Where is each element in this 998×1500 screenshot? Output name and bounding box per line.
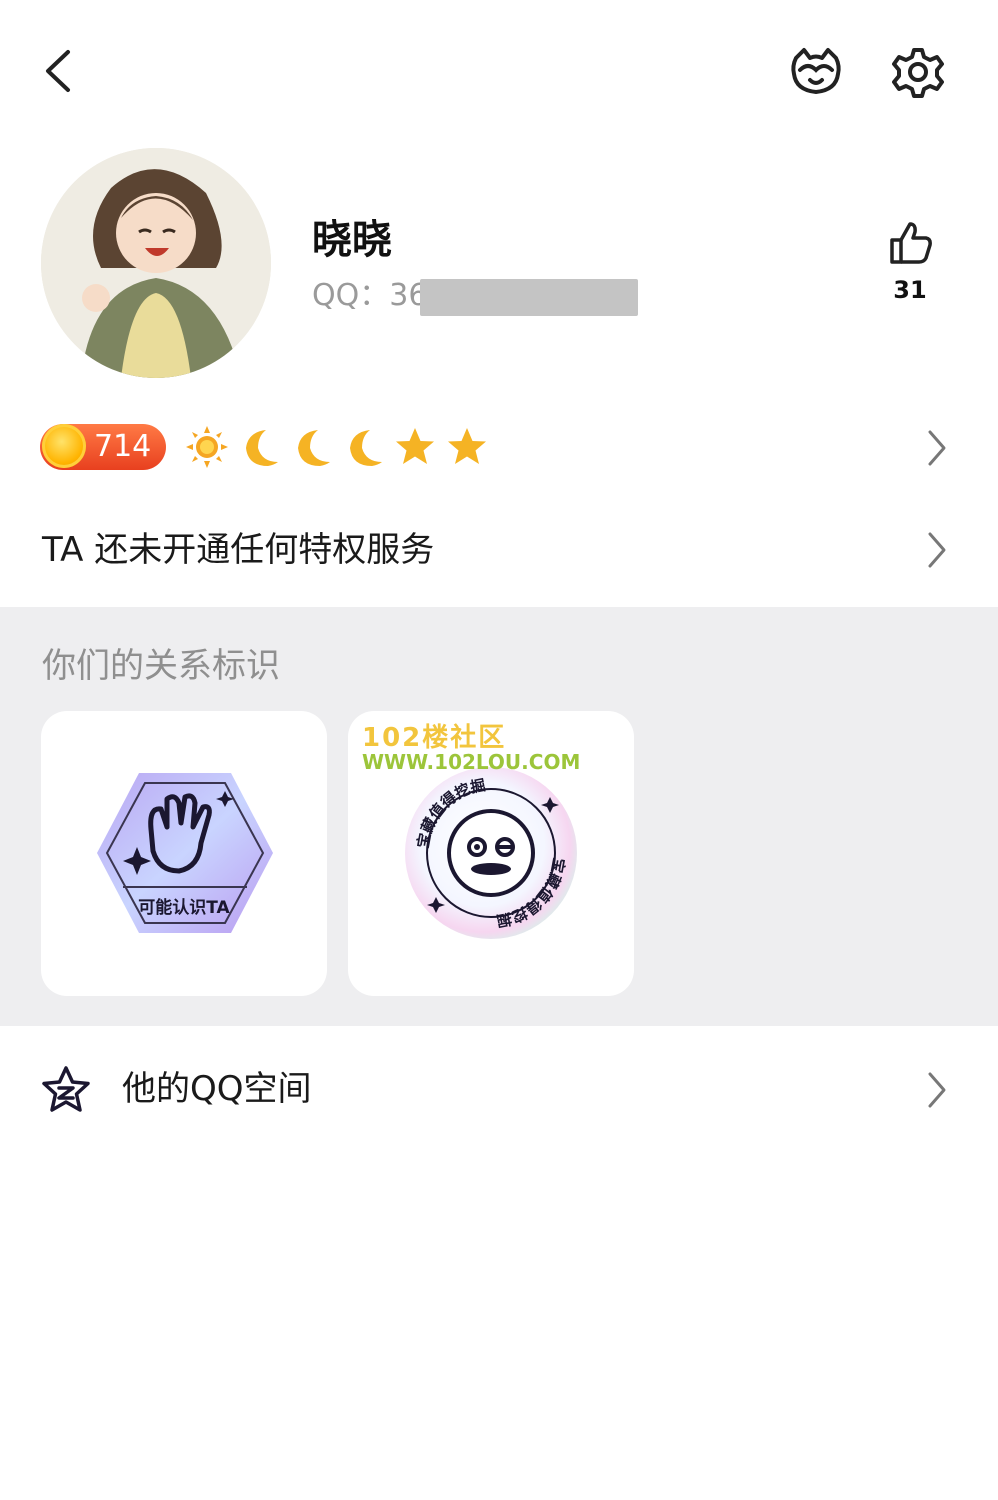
qq-number-mask xyxy=(420,279,638,316)
cat-face-icon xyxy=(791,48,841,94)
star-icon xyxy=(448,428,486,464)
chevron-right-icon xyxy=(928,532,946,568)
sun-icon xyxy=(186,426,228,468)
pet-button[interactable] xyxy=(788,44,844,98)
like-count: 31 xyxy=(893,276,927,304)
thumbs-up-icon xyxy=(890,222,932,264)
qzone-row-arrow[interactable] xyxy=(924,1070,948,1114)
level-coin-icon xyxy=(42,424,86,468)
star-icon xyxy=(396,428,434,464)
moon-icon xyxy=(298,430,330,466)
avatar[interactable] xyxy=(41,148,271,378)
moon-icon xyxy=(246,430,278,466)
chevron-right-icon xyxy=(928,1072,946,1108)
privilege-text[interactable]: TA 还未开通任何特权服务 xyxy=(42,528,434,572)
back-button[interactable] xyxy=(38,44,82,98)
watermark-url: WWW.102LOU.COM xyxy=(362,750,581,774)
qq-number: QQ：36 xyxy=(312,278,428,313)
privilege-row-arrow[interactable] xyxy=(924,530,948,574)
qzone-label: 他的QQ空间 xyxy=(122,1069,312,1109)
profile-name: 晓晓 xyxy=(312,217,392,263)
settings-button[interactable] xyxy=(890,44,946,100)
level-value: 714 xyxy=(94,429,152,464)
chevron-right-icon xyxy=(928,430,946,466)
moon-icon xyxy=(350,430,382,466)
qzone-star-icon xyxy=(40,1064,92,1116)
svg-text:可能认识TA: 可能认识TA xyxy=(138,897,230,918)
level-row-arrow[interactable] xyxy=(924,428,948,472)
relation-card-may-know[interactable]: 可能认识TA xyxy=(41,711,327,996)
waving-hand-icon: 可能认识TA xyxy=(97,773,273,933)
like-button[interactable] xyxy=(888,220,934,266)
chevron-left-icon xyxy=(46,50,70,92)
avatar-illustration xyxy=(41,148,271,378)
relation-section-title: 你们的关系标识 xyxy=(42,646,280,686)
level-icons xyxy=(184,424,490,470)
gear-icon xyxy=(892,48,944,98)
